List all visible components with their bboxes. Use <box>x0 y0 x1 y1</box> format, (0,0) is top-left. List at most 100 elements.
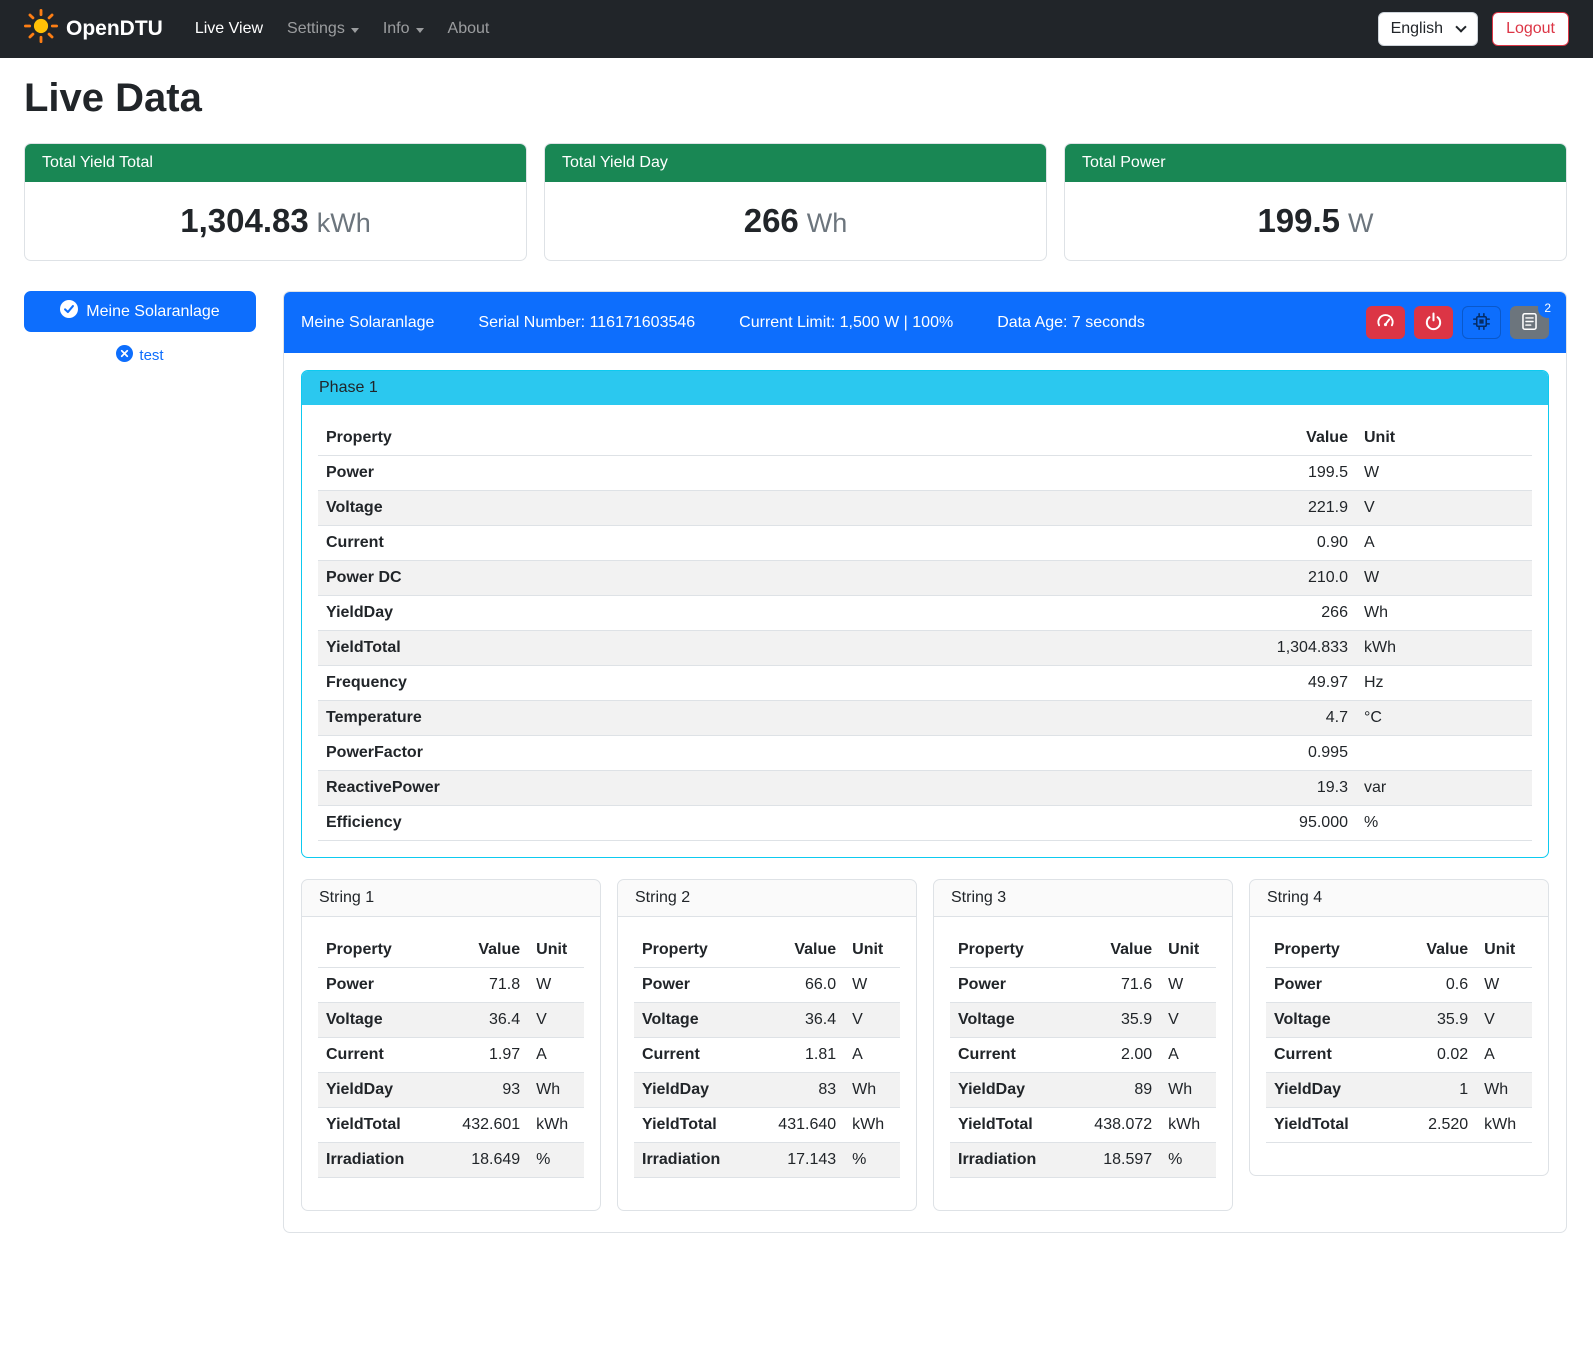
property-cell: YieldDay <box>634 1073 770 1108</box>
nav-item-label: Live View <box>195 20 263 38</box>
string-table-body: Power 71.8 W Voltage 36.4 V <box>318 968 584 1178</box>
value-cell: 66.0 <box>770 968 844 1003</box>
string-card-body: Property Value Unit Power <box>618 917 916 1210</box>
unit-cell: W <box>528 968 584 1003</box>
value-cell: 89 <box>1086 1073 1160 1108</box>
unit-cell: Wh <box>844 1073 900 1108</box>
logout-button[interactable]: Logout <box>1492 12 1569 46</box>
table-row: YieldTotal 2.520 kWh <box>1266 1108 1532 1143</box>
table-row: YieldTotal 438.072 kWh <box>950 1108 1216 1143</box>
summary-unit: kWh <box>317 208 371 238</box>
property-cell: Power <box>318 456 1210 491</box>
language-label: English <box>1391 20 1443 38</box>
table-header-row: Property Value Unit <box>318 933 584 968</box>
phase-card-body: Property Value Unit Power <box>302 405 1548 857</box>
power-icon <box>1424 312 1443 334</box>
property-cell: YieldDay <box>950 1073 1086 1108</box>
column-header-property: Property <box>1266 933 1407 968</box>
column-header-property: Property <box>318 933 454 968</box>
value-cell: 1.97 <box>454 1038 528 1073</box>
property-cell: Voltage <box>950 1003 1086 1038</box>
nav-item-info[interactable]: Info <box>371 12 436 46</box>
unit-cell: % <box>1160 1143 1216 1178</box>
table-row: Power 0.6 W <box>1266 968 1532 1003</box>
string-title: String 1 <box>302 880 600 917</box>
value-cell: 432.601 <box>454 1108 528 1143</box>
table-row: YieldDay 266 Wh <box>318 596 1532 631</box>
property-cell: Temperature <box>318 701 1210 736</box>
string-card-2: String 2 Property Value Unit <box>617 879 917 1211</box>
column-header-unit: Unit <box>1356 421 1532 456</box>
summary-value: 266 <box>744 202 799 239</box>
table-row: Irradiation 18.649 % <box>318 1143 584 1178</box>
table-row: Current 1.97 A <box>318 1038 584 1073</box>
inverter-name: Meine Solaranlage <box>301 314 434 332</box>
power-button[interactable] <box>1414 306 1453 339</box>
property-cell: Power <box>1266 968 1407 1003</box>
brand[interactable]: OpenDTU <box>24 9 163 49</box>
x-circle-icon <box>116 345 133 366</box>
unit-cell: A <box>844 1038 900 1073</box>
chevron-down-icon <box>351 28 359 33</box>
table-row: Irradiation 18.597 % <box>950 1143 1216 1178</box>
table-row: Current 0.90 A <box>318 526 1532 561</box>
nav-item-about[interactable]: About <box>436 12 502 46</box>
property-cell: Current <box>318 1038 454 1073</box>
property-cell: Current <box>950 1038 1086 1073</box>
language-select[interactable]: English <box>1378 12 1478 46</box>
nav-item-live-view[interactable]: Live View <box>183 12 275 46</box>
property-cell: Power <box>318 968 454 1003</box>
table-header-row: Property Value Unit <box>634 933 900 968</box>
unit-cell: V <box>1476 1003 1532 1038</box>
event-log-button[interactable]: 2 <box>1510 306 1549 339</box>
unit-cell: Wh <box>1356 596 1532 631</box>
column-header-value: Value <box>454 933 528 968</box>
property-cell: Power <box>634 968 770 1003</box>
unit-cell: kWh <box>844 1108 900 1143</box>
property-cell: Irradiation <box>950 1143 1086 1178</box>
unit-cell: A <box>1160 1038 1216 1073</box>
string-card-4: String 4 Property Value Unit <box>1249 879 1549 1176</box>
strings-row: String 1 Property Value Unit <box>301 879 1549 1211</box>
table-row: Temperature 4.7 °C <box>318 701 1532 736</box>
property-cell: ReactivePower <box>318 771 1210 806</box>
inverter-select-button[interactable]: Meine Solaranlage <box>24 291 256 332</box>
column-header-unit: Unit <box>844 933 900 968</box>
property-cell: Voltage <box>1266 1003 1407 1038</box>
table-row: Voltage 36.4 V <box>634 1003 900 1038</box>
property-cell: Power DC <box>318 561 1210 596</box>
journal-icon <box>1520 312 1539 334</box>
summary-card-title: Total Yield Total <box>25 144 526 182</box>
inverter-sidebar: Meine Solaranlage test <box>24 291 256 366</box>
navbar: OpenDTU Live View Settings Info About En… <box>0 0 1593 58</box>
table-row: Power 71.8 W <box>318 968 584 1003</box>
table-row: Current 1.81 A <box>634 1038 900 1073</box>
summary-value: 1,304.83 <box>180 202 308 239</box>
value-cell: 1 <box>1407 1073 1476 1108</box>
unit-cell: A <box>1356 526 1532 561</box>
main-container: Live Data Total Yield Total 1,304.83kWh … <box>0 76 1593 1261</box>
serial-number: Serial Number: 116171603546 <box>478 314 695 332</box>
property-cell: YieldTotal <box>1266 1108 1407 1143</box>
property-cell: YieldTotal <box>318 1108 454 1143</box>
value-cell: 71.8 <box>454 968 528 1003</box>
table-row: Power DC 210.0 W <box>318 561 1532 596</box>
value-cell: 83 <box>770 1073 844 1108</box>
value-cell: 0.90 <box>1210 526 1356 561</box>
unit-cell: W <box>1356 561 1532 596</box>
summary-unit: Wh <box>807 208 848 238</box>
table-row: Current 2.00 A <box>950 1038 1216 1073</box>
value-cell: 35.9 <box>1407 1003 1476 1038</box>
value-cell: 36.4 <box>770 1003 844 1038</box>
nav-item-label: Info <box>383 20 410 38</box>
device-info-button[interactable] <box>1462 306 1501 339</box>
sidebar-item-test[interactable]: test <box>24 345 256 366</box>
value-cell: 0.995 <box>1210 736 1356 771</box>
unit-cell: W <box>1356 456 1532 491</box>
inverter-panel: Meine Solaranlage Serial Number: 1161716… <box>283 291 1567 1233</box>
limit-settings-button[interactable] <box>1366 306 1405 339</box>
check-circle-icon <box>60 300 78 323</box>
table-row: Current 0.02 A <box>1266 1038 1532 1073</box>
nav-item-settings[interactable]: Settings <box>275 12 371 46</box>
value-cell: 35.9 <box>1086 1003 1160 1038</box>
